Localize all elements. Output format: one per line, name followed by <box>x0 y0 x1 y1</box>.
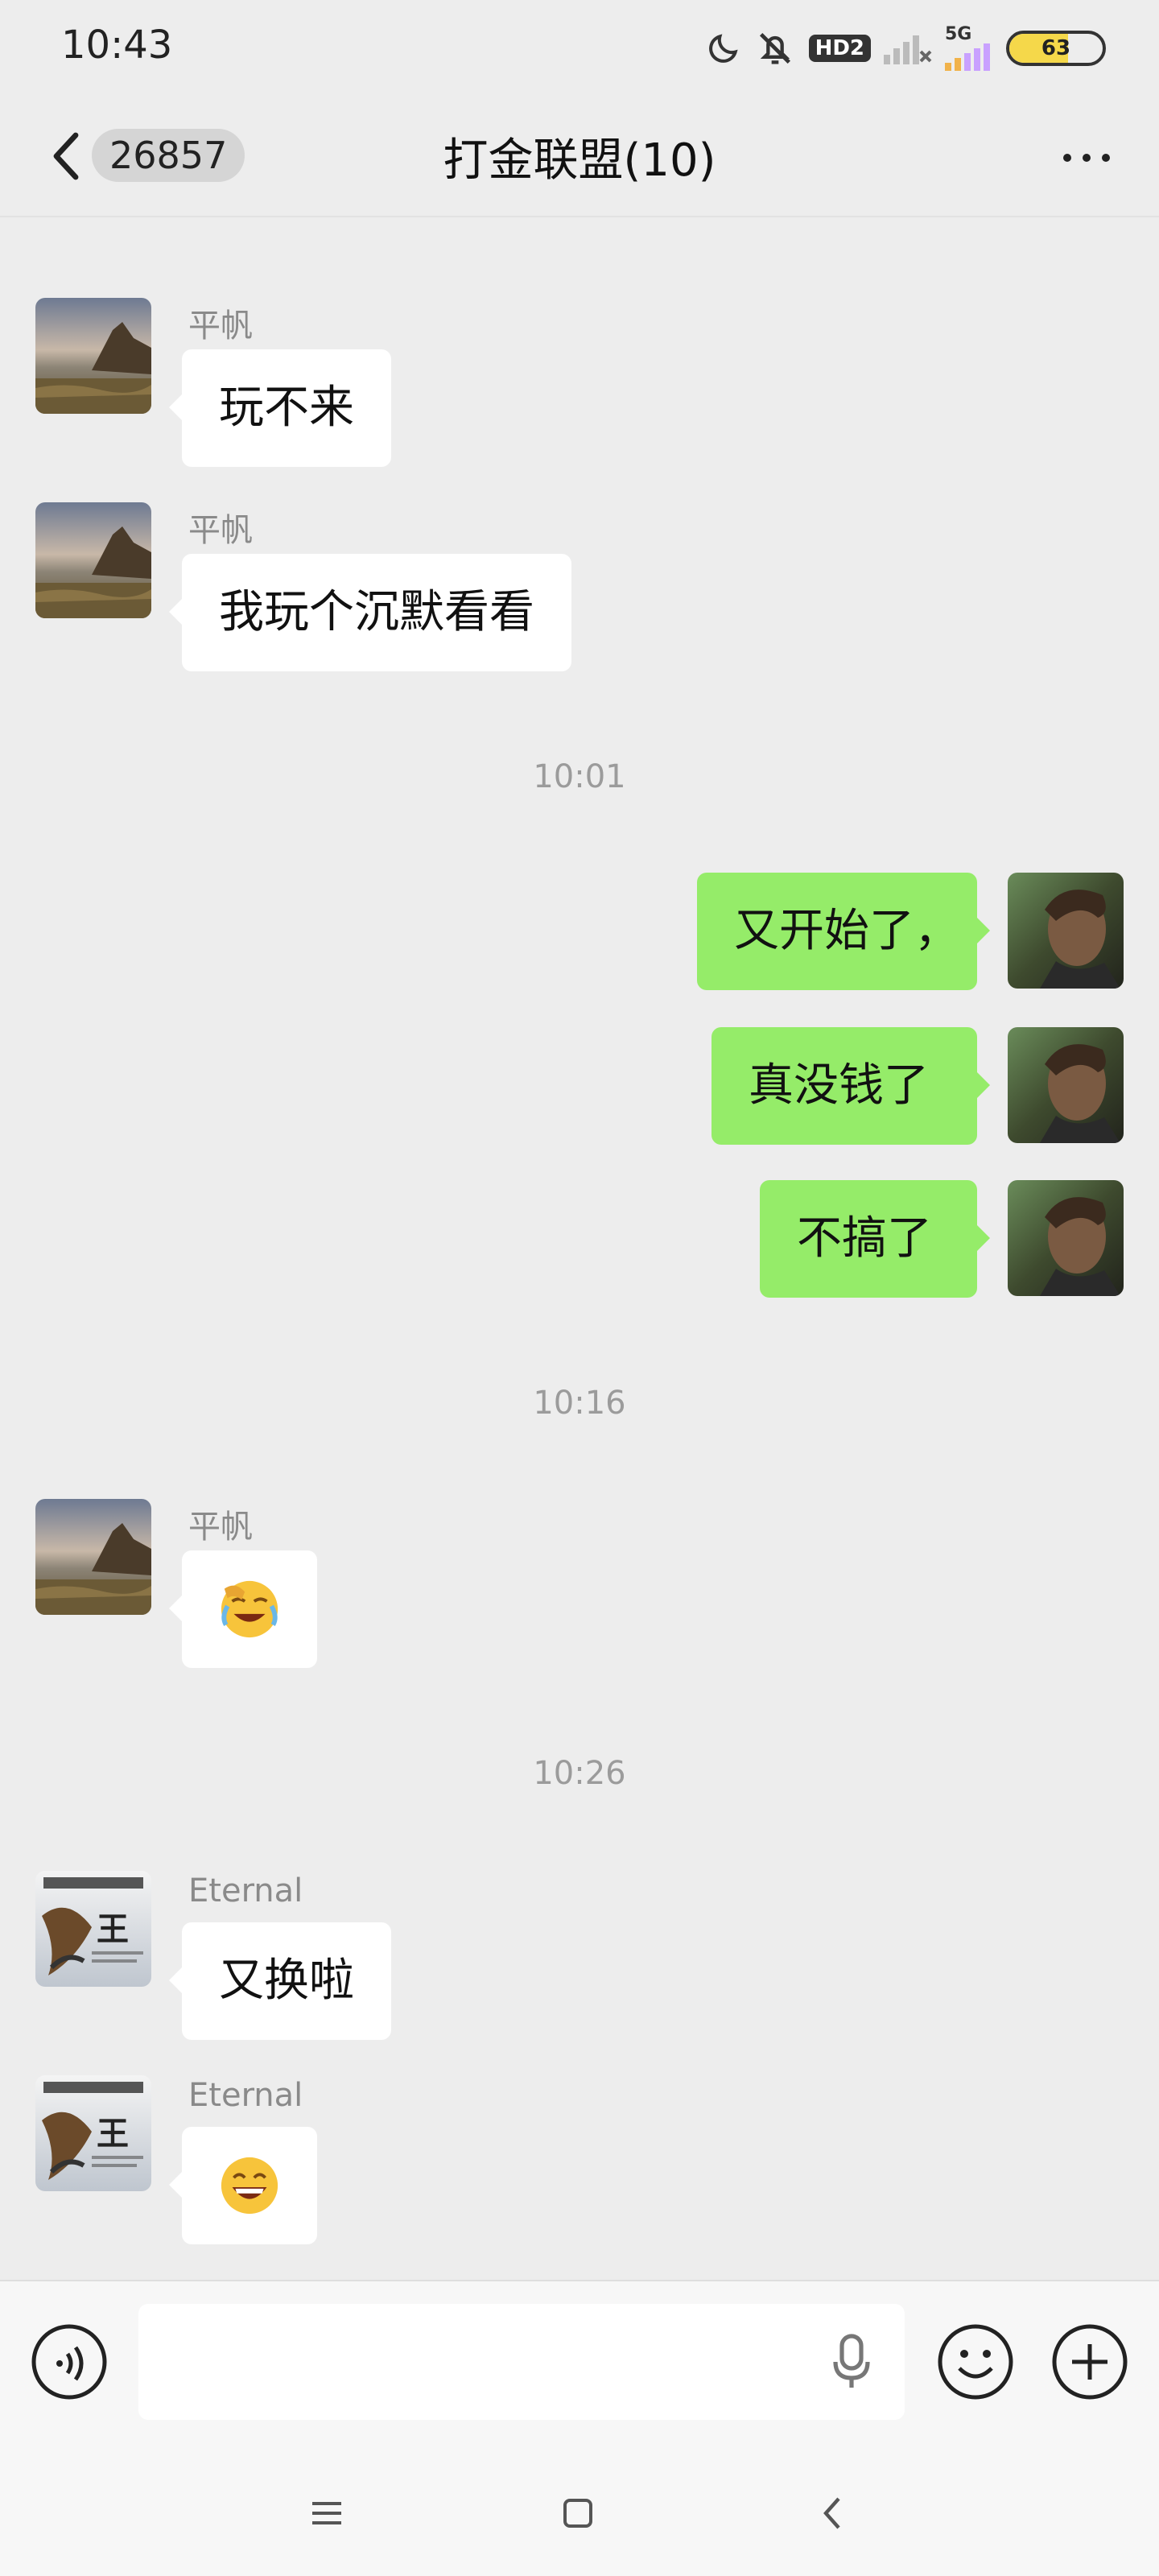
mute-bell-icon <box>754 27 796 69</box>
message-bubble-self[interactable]: 真没钱了 <box>711 1027 990 1145</box>
message-bubble[interactable]: 玩不来 <box>169 349 391 467</box>
microphone-icon <box>833 2334 870 2388</box>
more-dots-icon <box>1063 154 1110 162</box>
back-button[interactable] <box>42 127 90 185</box>
message-input[interactable] <box>138 2304 905 2420</box>
home-button[interactable] <box>546 2481 610 2545</box>
network-type-label: 5G <box>945 24 972 44</box>
mic-button[interactable] <box>826 2322 877 2402</box>
status-time: 10:43 <box>61 23 173 68</box>
battery-percent: 63 <box>1041 36 1071 60</box>
avatar-pingfan[interactable] <box>35 298 151 414</box>
message-bubble-emoji[interactable] <box>169 1550 317 1668</box>
message-timestamp: 10:01 <box>533 758 626 795</box>
status-icons: HD2 5G 63 <box>706 26 1106 71</box>
input-bar <box>0 2280 1159 2442</box>
chevron-left-icon <box>53 132 79 180</box>
voice-toggle-button[interactable] <box>29 2322 109 2402</box>
grinning-emoji <box>221 2157 278 2215</box>
more-button[interactable] <box>1054 129 1119 187</box>
emoji-button[interactable] <box>935 2322 1016 2402</box>
message-timestamp: 10:16 <box>533 1385 626 1422</box>
voice-icon <box>31 2324 107 2400</box>
signal-weak-icon <box>884 32 932 64</box>
sender-name: 平帆 <box>188 512 253 549</box>
sender-name: Eternal <box>188 2077 303 2114</box>
menu-lines-icon <box>312 2502 341 2524</box>
sender-name: Eternal <box>188 1872 303 1909</box>
chat-header: 26857 打金联盟(10) <box>0 97 1159 217</box>
avatar-self[interactable] <box>1008 1180 1124 1296</box>
status-bar: 10:43 HD2 5G 63 <box>0 0 1159 97</box>
avatar-pingfan[interactable] <box>35 502 151 618</box>
avatar-pingfan[interactable] <box>35 1499 151 1615</box>
message-bubble[interactable]: 又换啦 <box>169 1922 391 2040</box>
back-chevron-icon <box>823 2497 840 2529</box>
message-bubble[interactable]: 我玩个沉默看看 <box>169 554 571 671</box>
avatar-logo-text: 王 <box>97 1910 129 1948</box>
avatar-eternal[interactable]: 王 <box>35 2075 151 2191</box>
system-navigation-bar <box>0 2441 1159 2576</box>
message-bubble-emoji[interactable] <box>169 2127 317 2244</box>
message-bubble-self[interactable]: 不搞了 <box>760 1180 990 1298</box>
moon-icon <box>706 31 741 66</box>
chat-title: 打金联盟(10) <box>443 134 716 187</box>
smiley-icon <box>938 2324 1013 2400</box>
avatar-eternal[interactable]: 王 <box>35 1871 151 1987</box>
header-divider <box>0 216 1159 217</box>
facepalm-laughing-emoji <box>221 1580 278 1638</box>
recent-apps-button[interactable] <box>295 2481 359 2545</box>
system-back-button[interactable] <box>800 2481 864 2545</box>
unread-count-badge[interactable]: 26857 <box>92 129 245 182</box>
battery-icon: 63 <box>1006 31 1106 66</box>
hd-badge: HD2 <box>808 35 871 62</box>
avatar-self[interactable] <box>1008 1027 1124 1143</box>
plus-icon <box>1052 2324 1128 2400</box>
signal-5g-icon: 5G <box>945 26 993 71</box>
sender-name: 平帆 <box>188 1509 253 1546</box>
avatar-self[interactable] <box>1008 873 1124 989</box>
sender-name: 平帆 <box>188 308 253 345</box>
message-timestamp: 10:26 <box>533 1755 626 1792</box>
message-bubble-self[interactable]: 又开始了， <box>697 873 990 990</box>
avatar-logo-text: 王 <box>97 2115 129 2153</box>
more-actions-button[interactable] <box>1050 2322 1130 2402</box>
square-home-icon <box>563 2499 592 2528</box>
